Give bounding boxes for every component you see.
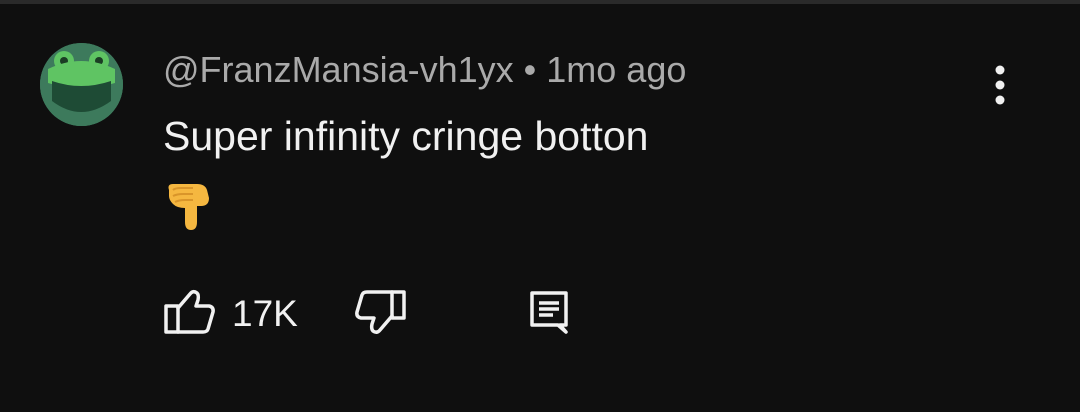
- comment-timestamp[interactable]: 1mo ago: [546, 49, 686, 90]
- comment-meta: @FranzMansia-vh1yx • 1mo ago: [163, 50, 686, 90]
- more-options-button[interactable]: [978, 58, 1022, 114]
- thumb-down-icon: [355, 290, 406, 335]
- more-vert-icon: [995, 65, 1005, 105]
- like-button[interactable]: [160, 284, 220, 340]
- dislike-button[interactable]: [350, 284, 410, 340]
- comment-icon: [530, 291, 568, 334]
- thumb-up-icon: [164, 289, 215, 334]
- reply-button[interactable]: [522, 284, 578, 340]
- like-count: 17K: [232, 293, 298, 334]
- avatar[interactable]: [40, 43, 123, 126]
- pointing-down-emoji-icon: [163, 178, 219, 234]
- frog-avatar-icon: [40, 43, 123, 126]
- meta-separator: •: [523, 49, 537, 90]
- comment-author[interactable]: @FranzMansia-vh1yx: [163, 49, 514, 90]
- top-divider: [0, 0, 1080, 4]
- comment-text: Super infinity cringe botton: [163, 113, 649, 159]
